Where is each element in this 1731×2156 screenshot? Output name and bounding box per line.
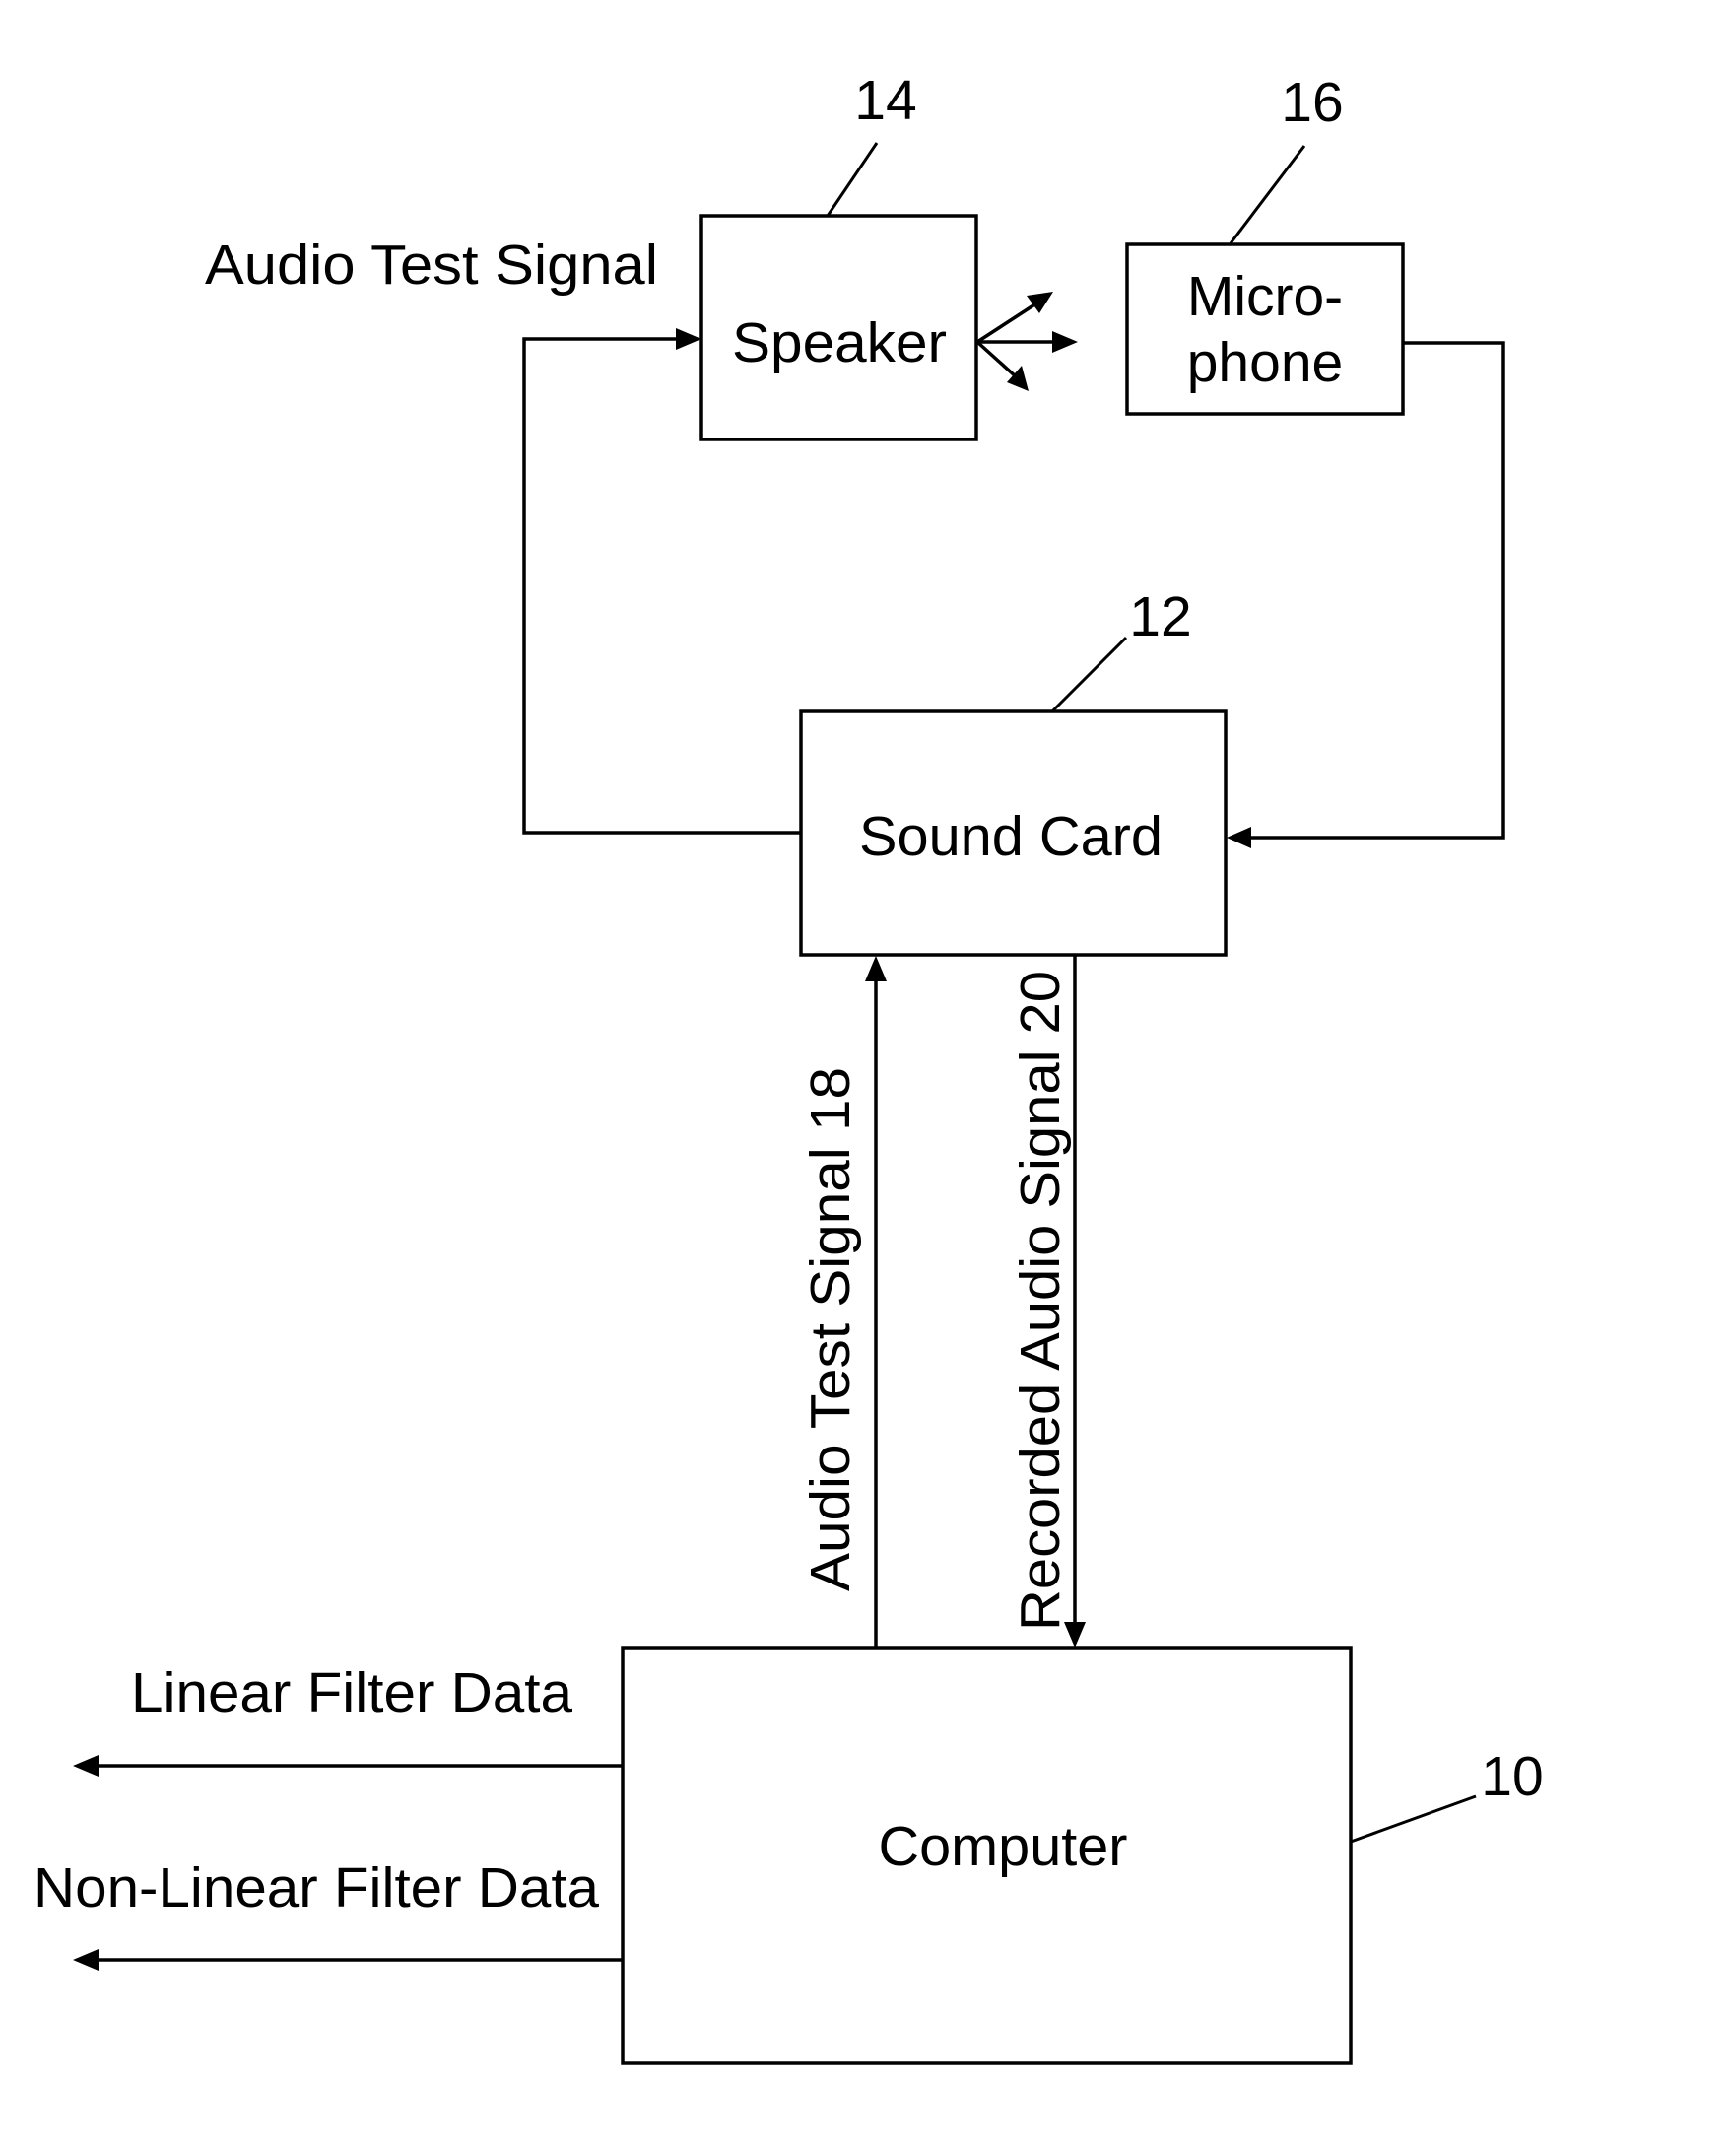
microphone-block: Micro- phone: [1125, 242, 1405, 416]
nonlinear-filter-data-output: [73, 1949, 623, 1971]
microphone-return-arrowhead: [1227, 827, 1251, 848]
computer-label: Computer: [879, 1815, 1128, 1878]
linear-filter-data-arrowhead: [73, 1755, 99, 1777]
speaker-feed-arrowhead: [676, 328, 701, 350]
speaker-ref-leader: [826, 142, 879, 217]
computer-block: Computer: [621, 1646, 1353, 2065]
microphone-ref-number: 16: [1281, 71, 1343, 134]
audio-test-signal-18-connection: [865, 956, 887, 1648]
computer-ref-number: 10: [1481, 1745, 1543, 1808]
computer-ref-leader: [1350, 1794, 1477, 1844]
microphone-ref-leader: [1229, 145, 1306, 244]
microphone-label-line1: Micro-: [1187, 265, 1343, 328]
microphone-label-line2: phone: [1187, 331, 1344, 394]
recorded-audio-signal-20-label: Recorded Audio Signal 20: [1009, 971, 1072, 1631]
microphone-return-connection: [1227, 341, 1505, 848]
sound-card-ref-leader: [1050, 636, 1128, 713]
sound-wave-arrows-icon: [975, 292, 1078, 391]
sound-card-label: Sound Card: [859, 805, 1163, 868]
wave-arrow-up-head: [1027, 292, 1053, 313]
linear-filter-data-output: [73, 1755, 623, 1777]
wave-arrow-down-shaft: [975, 340, 1020, 380]
audio-test-signal-18-arrowhead: [865, 956, 887, 981]
block-diagram: Speaker 14 Micro- phone 16 Sound Card 12…: [33, 69, 1544, 2065]
microphone-return-wire: [1247, 341, 1505, 840]
sound-card-block: Sound Card: [799, 709, 1228, 957]
speaker-label: Speaker: [732, 311, 947, 374]
speaker-block: Speaker: [699, 214, 978, 441]
wave-arrow-right-head: [1052, 331, 1078, 353]
speaker-input-signal-label: Audio Test Signal: [205, 234, 658, 297]
nonlinear-filter-data-label: Non-Linear Filter Data: [33, 1856, 599, 1920]
sound-card-ref-number: 12: [1129, 585, 1191, 648]
nonlinear-filter-data-arrowhead: [73, 1949, 99, 1971]
audio-test-signal-18-label: Audio Test Signal 18: [799, 1067, 862, 1591]
speaker-ref-number: 14: [854, 69, 916, 132]
linear-filter-data-label: Linear Filter Data: [131, 1661, 572, 1724]
wave-arrow-up-shaft: [976, 300, 1040, 344]
